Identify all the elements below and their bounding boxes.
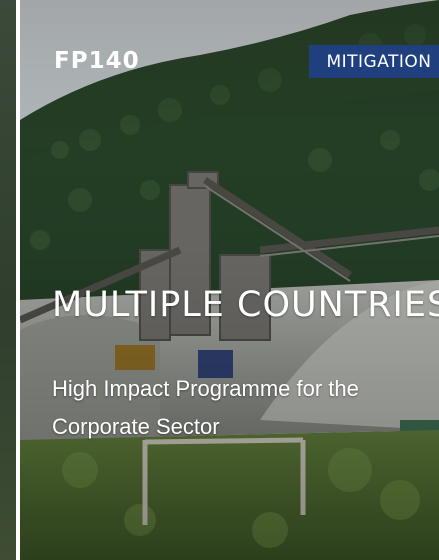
project-card[interactable]: FP140 MITIGATION MULTIPLE COUNTRIES High… <box>20 0 439 560</box>
project-code: FP140 <box>54 48 140 74</box>
category-badge: MITIGATION <box>309 45 439 78</box>
project-title[interactable]: High Impact Programme for the Corporate … <box>52 370 422 446</box>
image-overlay <box>20 0 439 560</box>
region-heading: MULTIPLE COUNTRIES <box>52 285 439 325</box>
adjacent-card-edge <box>0 0 16 560</box>
